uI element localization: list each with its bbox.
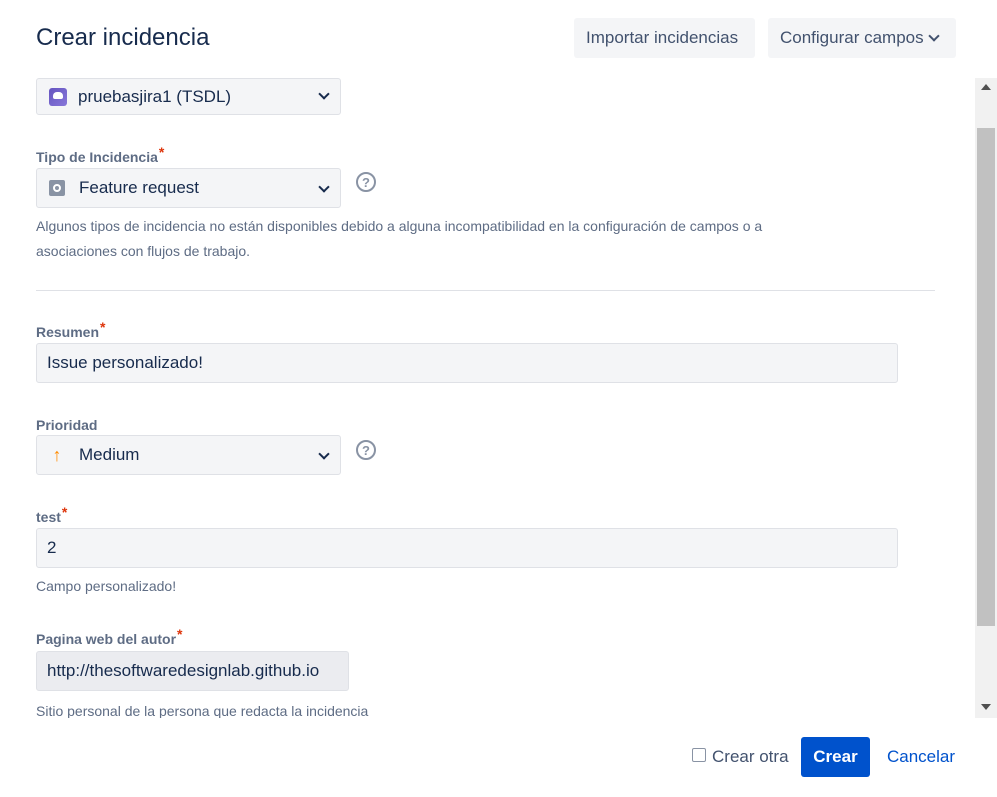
priority-select-value: Medium xyxy=(79,445,140,464)
summary-input[interactable]: Issue personalizado! xyxy=(36,343,898,383)
required-mark: * xyxy=(158,144,165,160)
issue-type-description-line2: asociaciones con flujos de trabajo. xyxy=(36,243,251,259)
issue-type-description-line1: Algunos tipos de incidencia no están dis… xyxy=(36,218,763,234)
create-issue-dialog: Crear incidencia Importar incidencias Co… xyxy=(0,0,997,797)
test-description: Campo personalizado! xyxy=(36,578,177,594)
author-page-input[interactable]: http://thesoftwaredesignlab.github.io xyxy=(36,651,349,691)
issue-type-select-value: Feature request xyxy=(79,178,200,197)
author-page-label-text: Pagina web del autor xyxy=(36,631,177,647)
configure-fields-label: Configurar campos xyxy=(780,28,924,47)
dialog-title: Crear incidencia xyxy=(36,24,210,51)
priority-label-text: Prioridad xyxy=(36,417,98,433)
scroll-down-arrow-icon[interactable] xyxy=(981,704,991,710)
summary-label-text: Resumen xyxy=(36,324,100,340)
project-avatar-icon xyxy=(49,87,67,106)
create-another-checkbox[interactable] xyxy=(692,748,706,762)
author-page-label: Pagina web del autor* xyxy=(36,626,182,647)
chevron-down-icon xyxy=(318,448,330,460)
vertical-scrollbar[interactable] xyxy=(975,78,997,718)
issue-type-label: Tipo de Incidencia* xyxy=(36,144,164,165)
chevron-down-icon xyxy=(927,30,940,42)
import-issues-label: Importar incidencias xyxy=(586,28,739,47)
chevron-down-icon xyxy=(318,181,330,193)
scroll-up-arrow-icon[interactable] xyxy=(981,84,991,90)
priority-label: Prioridad xyxy=(36,417,97,433)
author-page-description: Sitio personal de la persona que redacta… xyxy=(36,703,369,718)
test-input[interactable]: 2 xyxy=(36,528,898,568)
import-issues-button[interactable]: Importar incidencias xyxy=(574,18,755,58)
required-mark: * xyxy=(177,626,183,642)
section-divider xyxy=(36,290,935,291)
required-mark: * xyxy=(100,319,106,335)
issue-type-label-text: Tipo de Incidencia xyxy=(36,149,158,165)
priority-select[interactable]: ↑ Medium xyxy=(36,435,341,475)
project-select[interactable]: pruebasjira1 (TSDL) xyxy=(36,78,341,115)
summary-input-value: Issue personalizado! xyxy=(47,353,203,372)
chevron-down-icon xyxy=(318,88,330,100)
help-icon-glyph: ? xyxy=(362,174,370,190)
required-mark: * xyxy=(61,504,68,520)
test-label-text: test xyxy=(36,509,61,525)
scrollbar-thumb[interactable] xyxy=(977,128,995,626)
project-select-value: pruebasjira1 (TSDL) xyxy=(78,86,232,106)
issue-type-select[interactable]: Feature request xyxy=(36,168,341,208)
help-icon[interactable]: ? xyxy=(356,440,376,460)
test-label: test* xyxy=(36,504,67,525)
create-button[interactable]: Crear xyxy=(801,737,870,777)
cancel-link[interactable]: Cancelar xyxy=(887,747,955,767)
feature-request-icon xyxy=(49,180,65,196)
create-another-label[interactable]: Crear otra xyxy=(712,747,789,767)
summary-label: Resumen* xyxy=(36,319,105,340)
test-input-value: 2 xyxy=(47,538,57,557)
issue-type-description: Algunos tipos de incidencia no están dis… xyxy=(36,214,896,264)
priority-medium-arrow-icon: ↑ xyxy=(52,444,62,465)
author-page-input-value: http://thesoftwaredesignlab.github.io xyxy=(47,661,320,680)
help-icon-glyph: ? xyxy=(362,442,370,458)
help-icon[interactable]: ? xyxy=(356,172,376,192)
form-scroll-area[interactable]: pruebasjira1 (TSDL) Tipo de Incidencia* … xyxy=(0,78,975,718)
configure-fields-button[interactable]: Configurar campos xyxy=(768,18,956,58)
create-button-label: Crear xyxy=(813,747,858,766)
